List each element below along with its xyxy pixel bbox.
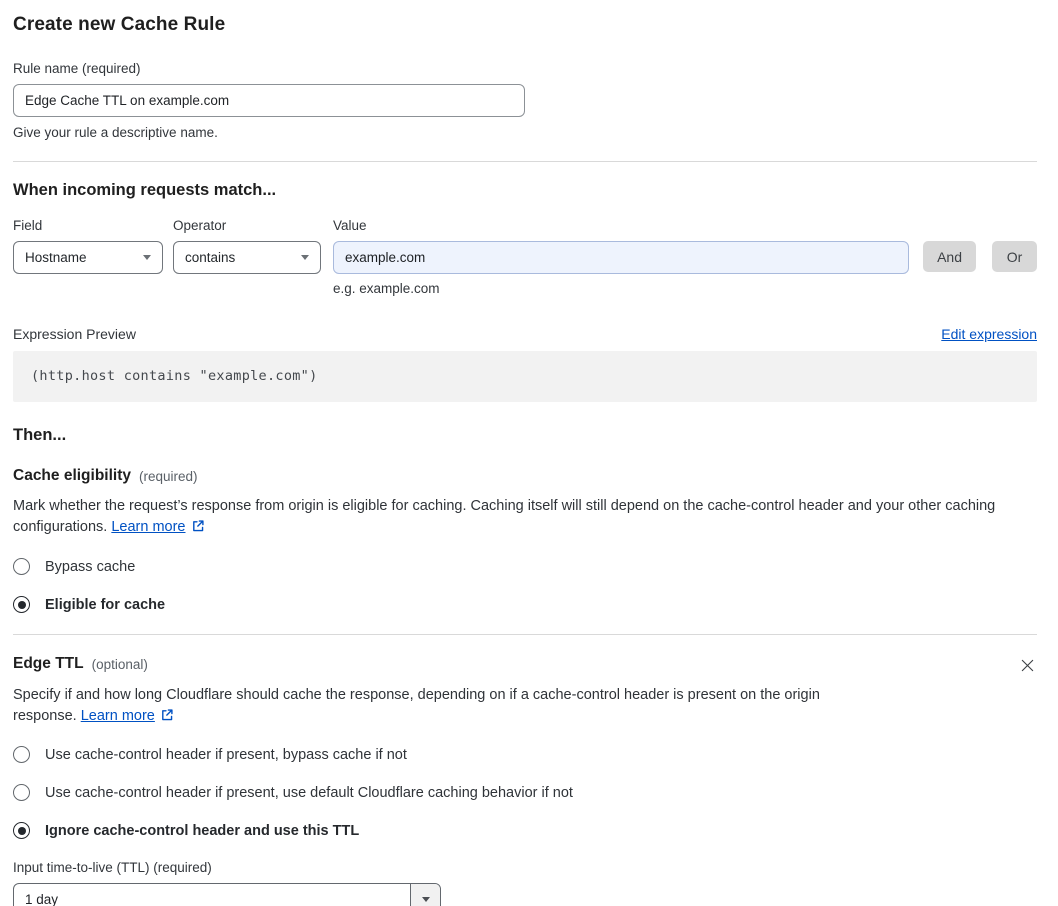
learn-more-label: Learn more — [111, 519, 186, 535]
radio-label: Ignore cache-control header and use this… — [45, 822, 360, 839]
expression-preview-code: (http.host contains "example.com") — [13, 351, 1037, 402]
value-column: Value e.g. example.com — [333, 218, 910, 296]
radio-selected-icon — [13, 596, 30, 613]
create-cache-rule-form: Create new Cache Rule Rule name (require… — [0, 0, 1058, 906]
value-hint: e.g. example.com — [333, 281, 440, 296]
chevron-down-icon — [301, 255, 309, 260]
or-button[interactable]: Or — [992, 241, 1037, 272]
ttl-input-group: Input time-to-live (TTL) (required) 1 da… — [13, 860, 1037, 906]
operator-select-value: contains — [185, 250, 236, 265]
radio-eligible-for-cache[interactable]: Eligible for cache — [13, 596, 1037, 613]
cache-eligibility-description: Mark whether the request’s response from… — [13, 496, 1029, 538]
value-input[interactable] — [333, 241, 910, 274]
ttl-value[interactable]: 1 day — [14, 884, 410, 906]
expression-preview-header: Expression Preview Edit expression — [13, 326, 1037, 342]
ttl-combobox[interactable]: 1 day — [13, 883, 441, 906]
edge-ttl-header: Edge TTL (optional) — [13, 655, 1037, 675]
close-icon — [1021, 659, 1034, 672]
then-heading: Then... — [13, 426, 67, 444]
match-heading: When incoming requests match... — [13, 181, 277, 199]
rule-name-label: Rule name (required) — [13, 61, 141, 76]
edit-expression-link[interactable]: Edit expression — [941, 326, 1037, 342]
radio-label: Bypass cache — [45, 558, 136, 575]
chevron-down-icon — [143, 255, 151, 260]
edge-ttl-title: Edge TTL — [13, 655, 84, 672]
cache-eligibility-options: Bypass cache Eligible for cache — [13, 558, 1037, 613]
external-link-icon — [161, 709, 173, 721]
operator-select[interactable]: contains — [173, 241, 321, 274]
radio-use-header-bypass[interactable]: Use cache-control header if present, byp… — [13, 746, 1037, 763]
radio-icon — [13, 746, 30, 763]
radio-ignore-header-use-ttl[interactable]: Ignore cache-control header and use this… — [13, 822, 1037, 839]
cache-eligibility-required-badge: (required) — [139, 468, 198, 484]
ttl-label: Input time-to-live (TTL) (required) — [13, 860, 212, 875]
divider — [13, 634, 1037, 635]
cache-eligibility-learn-more-link[interactable]: Learn more — [111, 519, 185, 535]
radio-label: Eligible for cache — [45, 596, 166, 613]
radio-use-header-default[interactable]: Use cache-control header if present, use… — [13, 784, 1037, 801]
expression-preview-label: Expression Preview — [13, 326, 136, 342]
divider — [13, 161, 1037, 162]
cache-eligibility-header: Cache eligibility (required) — [13, 467, 1037, 485]
chevron-down-icon — [421, 897, 430, 902]
ttl-dropdown-button[interactable] — [410, 884, 440, 906]
edge-ttl-learn-more-link[interactable]: Learn more — [81, 708, 155, 724]
rule-name-input[interactable] — [13, 84, 525, 117]
operator-label: Operator — [173, 218, 227, 233]
edge-ttl-optional-badge: (optional) — [91, 656, 148, 672]
learn-more-label: Learn more — [80, 708, 155, 724]
field-label: Field — [13, 218, 43, 233]
conjunction-buttons: And Or — [923, 241, 1037, 272]
radio-selected-icon — [13, 822, 30, 839]
edge-ttl-title-row: Edge TTL (optional) — [13, 655, 148, 673]
field-select[interactable]: Hostname — [13, 241, 163, 274]
value-label: Value — [333, 218, 367, 233]
close-edge-ttl-button[interactable] — [1018, 656, 1037, 675]
and-button[interactable]: And — [923, 241, 976, 272]
edge-ttl-options: Use cache-control header if present, byp… — [13, 746, 1037, 839]
page-title: Create new Cache Rule — [13, 14, 226, 35]
field-select-value: Hostname — [25, 250, 87, 265]
rule-name-helper: Give your rule a descriptive name. — [13, 125, 218, 140]
radio-icon — [13, 784, 30, 801]
edge-ttl-description: Specify if and how long Cloudflare shoul… — [13, 685, 859, 727]
radio-icon — [13, 558, 30, 575]
external-link-icon — [192, 520, 204, 532]
radio-bypass-cache[interactable]: Bypass cache — [13, 558, 1037, 575]
rule-name-group: Rule name (required) Give your rule a de… — [13, 61, 1037, 140]
condition-row: Field Hostname Operator contains Value e… — [13, 218, 1037, 296]
operator-column: Operator contains — [173, 218, 321, 274]
field-column: Field Hostname — [13, 218, 163, 274]
cache-eligibility-title: Cache eligibility — [13, 467, 132, 484]
radio-label: Use cache-control header if present, byp… — [45, 746, 407, 763]
radio-label: Use cache-control header if present, use… — [45, 784, 573, 801]
